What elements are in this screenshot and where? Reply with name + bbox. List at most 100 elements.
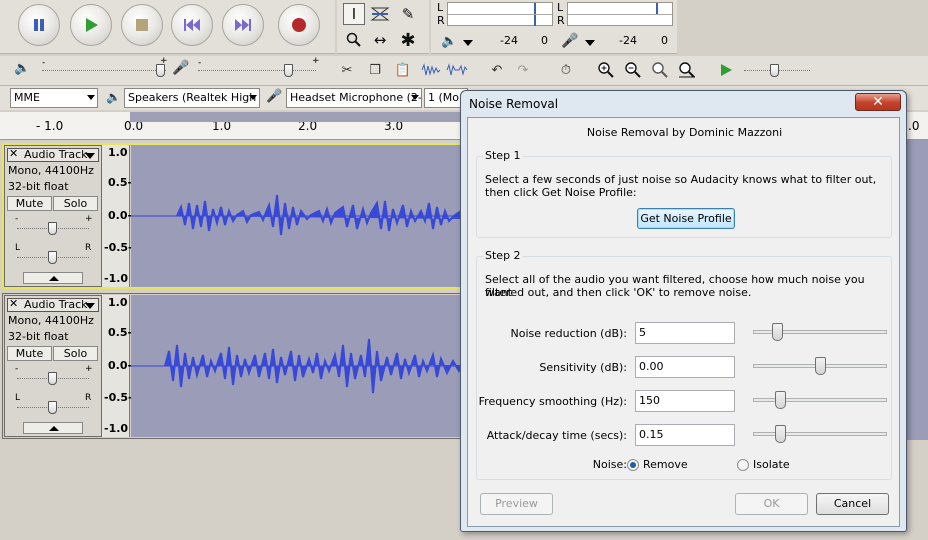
track-close-icon[interactable]: ✕ bbox=[9, 298, 18, 310]
envelope-tool-icon[interactable] bbox=[369, 3, 391, 25]
playback-meter[interactable] bbox=[447, 2, 553, 26]
frequency-smoothing-slider[interactable] bbox=[775, 391, 787, 409]
play-meter-scale-a: -24 bbox=[500, 34, 518, 47]
zoom-out-icon[interactable] bbox=[622, 59, 644, 81]
sensitivity-slider[interactable] bbox=[815, 357, 826, 375]
gain-slider[interactable] bbox=[48, 222, 57, 235]
sync-lock-icon[interactable]: ⏱ bbox=[555, 59, 577, 81]
track-name: Audio Track bbox=[24, 298, 88, 311]
output-volume-icon: 🔈 bbox=[14, 61, 31, 76]
input-slider-minus: - bbox=[198, 58, 202, 68]
playback-device-select[interactable]: Speakers (Realtek High bbox=[124, 88, 260, 108]
zoom-tool-icon[interactable] bbox=[343, 29, 365, 51]
dialog-close-button[interactable]: ✕ bbox=[855, 93, 901, 111]
play-speed-slider[interactable] bbox=[770, 64, 779, 77]
stop-button[interactable] bbox=[121, 4, 163, 46]
step2-text-line2: filtered out, and then click 'OK' to rem… bbox=[485, 286, 752, 299]
pause-button[interactable] bbox=[18, 4, 60, 46]
collapse-track-button[interactable] bbox=[23, 272, 83, 284]
collapse-up-icon bbox=[49, 276, 59, 281]
isolate-radio[interactable] bbox=[737, 459, 749, 471]
fit-selection-icon[interactable] bbox=[649, 59, 671, 81]
get-noise-profile-button[interactable]: Get Noise Profile bbox=[637, 208, 735, 229]
recording-meter[interactable] bbox=[567, 2, 673, 26]
mute-button[interactable]: Mute bbox=[7, 196, 52, 211]
waveform-graphic bbox=[131, 194, 466, 236]
track-name-menu[interactable]: ✕ Audio Track bbox=[7, 298, 99, 312]
cancel-button[interactable]: Cancel bbox=[816, 493, 889, 515]
trim-icon[interactable] bbox=[420, 59, 442, 81]
playback-meter-menu-arrow-icon[interactable] bbox=[463, 40, 473, 46]
output-volume-slider[interactable] bbox=[156, 64, 165, 77]
step1-title: Step 1 bbox=[483, 149, 523, 162]
cut-icon[interactable]: ✂ bbox=[336, 59, 358, 81]
play-button[interactable] bbox=[70, 4, 112, 46]
collapse-track-button[interactable] bbox=[23, 422, 83, 434]
track-control-panel[interactable]: ✕ Audio Track Mono, 44100Hz 32-bit float… bbox=[4, 295, 102, 437]
redo-icon[interactable]: ↷ bbox=[512, 59, 534, 81]
step1-text-line1: Select a few seconds of just noise so Au… bbox=[485, 173, 877, 186]
rec-meter-scale-a: -24 bbox=[619, 34, 637, 47]
play-at-speed-icon[interactable] bbox=[715, 59, 737, 81]
step1-text-line2: then click Get Noise Profile: bbox=[485, 186, 637, 199]
remove-radio-label[interactable]: Remove bbox=[643, 458, 688, 471]
preview-button[interactable]: Preview bbox=[480, 493, 553, 515]
waveform[interactable] bbox=[131, 295, 466, 437]
vertical-ruler: 1.0 0.5- 0.0- -0.5- -1.0 bbox=[102, 295, 133, 437]
copy-icon[interactable]: ❐ bbox=[364, 59, 386, 81]
recording-device-select[interactable]: Headset Microphone (2- bbox=[286, 88, 422, 108]
zoom-in-icon[interactable] bbox=[595, 59, 617, 81]
attack-decay-input[interactable]: 0.15 bbox=[635, 424, 735, 446]
track-area-background bbox=[0, 440, 465, 540]
scale-label: 0.0- bbox=[108, 359, 133, 372]
playback-device-speaker-icon: 🔈 bbox=[106, 90, 121, 104]
rec-meter-scale-b: 0 bbox=[661, 34, 668, 47]
recording-device-value: Headset Microphone (2- bbox=[290, 91, 422, 104]
ruler-tick-label: - 1.0 bbox=[36, 119, 64, 133]
draw-tool-icon[interactable]: ✎ bbox=[397, 3, 419, 25]
frequency-smoothing-label: Frequency smoothing (Hz): bbox=[478, 395, 627, 408]
ok-button[interactable]: OK bbox=[735, 493, 808, 515]
frequency-smoothing-input[interactable]: 150 bbox=[635, 390, 735, 412]
undo-icon[interactable]: ↶ bbox=[486, 59, 508, 81]
record-button[interactable] bbox=[278, 4, 320, 46]
meter-rec-left-label: L bbox=[557, 1, 564, 14]
solo-button[interactable]: Solo bbox=[53, 196, 98, 211]
track-control-panel[interactable]: ✕ Audio Track Mono, 44100Hz 32-bit float… bbox=[4, 145, 102, 287]
mute-button[interactable]: Mute bbox=[7, 346, 52, 361]
pan-slider[interactable] bbox=[48, 401, 57, 414]
recording-meter-menu-arrow-icon[interactable] bbox=[585, 40, 595, 46]
noise-removal-dialog: Noise Removal ✕ Noise Removal by Dominic… bbox=[460, 90, 907, 532]
remove-radio[interactable] bbox=[627, 459, 639, 471]
input-volume-icon: 🎤 bbox=[172, 60, 190, 76]
track-close-icon[interactable]: ✕ bbox=[9, 148, 18, 160]
isolate-radio-label[interactable]: Isolate bbox=[753, 458, 790, 471]
collapse-up-icon bbox=[49, 426, 59, 431]
time-shift-tool-icon[interactable]: ↔ bbox=[369, 29, 391, 51]
noise-reduction-input[interactable]: 5 bbox=[635, 322, 735, 344]
multi-tool-icon[interactable]: ✱ bbox=[397, 29, 419, 51]
fit-project-icon[interactable] bbox=[676, 59, 698, 81]
silence-icon[interactable] bbox=[446, 59, 468, 81]
sensitivity-input[interactable]: 0.00 bbox=[635, 356, 735, 378]
attack-decay-slider[interactable] bbox=[775, 425, 787, 443]
waveform[interactable] bbox=[131, 145, 466, 287]
track-name: Audio Track bbox=[24, 148, 88, 161]
gain-slider[interactable] bbox=[48, 372, 57, 385]
solo-button[interactable]: Solo bbox=[53, 346, 98, 361]
noise-reduction-label: Noise reduction (dB): bbox=[510, 327, 627, 340]
waveform-graphic bbox=[131, 338, 466, 394]
track-menu-arrow-icon bbox=[85, 303, 95, 309]
pan-slider[interactable] bbox=[48, 251, 57, 264]
noise-reduction-slider[interactable] bbox=[771, 323, 783, 341]
input-volume-slider[interactable] bbox=[284, 64, 293, 77]
playback-device-value: Speakers (Realtek High bbox=[128, 91, 257, 104]
track-name-menu[interactable]: ✕ Audio Track bbox=[7, 148, 99, 162]
toolbar-blank-area bbox=[679, 0, 928, 54]
paste-icon[interactable]: 📋 bbox=[392, 59, 414, 81]
skip-to-end-button[interactable] bbox=[222, 4, 264, 46]
selection-tool-icon[interactable]: I bbox=[343, 3, 365, 25]
host-select[interactable]: MME bbox=[10, 88, 98, 108]
output-slider-minus: - bbox=[42, 58, 46, 68]
skip-to-start-button[interactable] bbox=[171, 4, 213, 46]
